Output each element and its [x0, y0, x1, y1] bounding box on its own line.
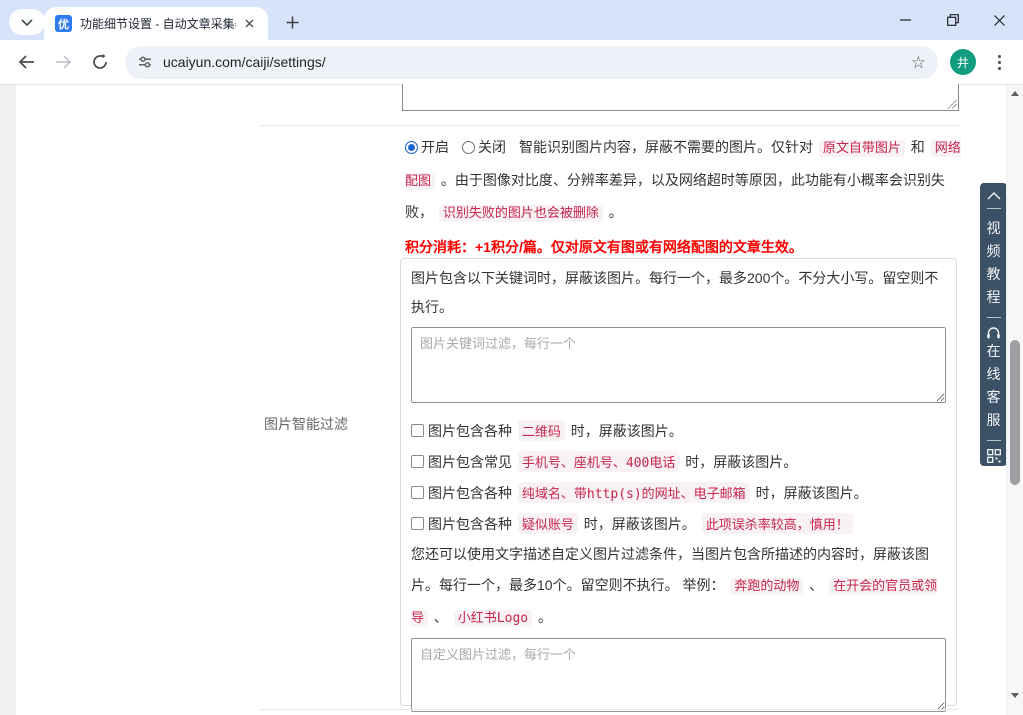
checkbox-account-label[interactable]: 图片包含各种 疑似账号 时，屏蔽该图片。 此项误杀率较高，慎用！	[428, 513, 855, 534]
text-segment: 。	[534, 609, 552, 625]
back-icon	[18, 55, 35, 69]
radio-off-label[interactable]: 关闭	[478, 139, 506, 155]
text-segment: 时，屏蔽该图片。	[567, 421, 683, 441]
close-window-button[interactable]	[976, 0, 1023, 40]
text-segment: 时，屏蔽该图片。	[681, 452, 797, 472]
checkbox-qrcode[interactable]	[411, 424, 424, 437]
text-segment: 智能识别图片内容，屏蔽不需要的图片。仅针对	[519, 139, 817, 155]
checkbox-row-qrcode: 图片包含各种 二维码 时，屏蔽该图片。	[411, 415, 946, 446]
keyword-filter-desc: 图片包含以下关键词时，屏蔽该图片。每行一个，最多200个。不分大小写。留空则不执…	[411, 264, 946, 322]
page-viewport: 开启关闭智能识别图片内容，屏蔽不需要的图片。仅针对 原文自带图片 和 网络配图 …	[0, 85, 1023, 715]
highlighted-term: 识别失败的图片也会被删除	[439, 205, 603, 222]
text-segment: 和	[907, 139, 929, 155]
browser-toolbar: ucaiyun.com/caiji/settings/ ☆ 井	[0, 40, 1023, 85]
highlighted-term: 此项误杀率较高，慎用！	[702, 513, 853, 534]
scrollbar-up-arrow[interactable]	[1011, 91, 1019, 96]
text-segment: 图片包含各种	[428, 514, 516, 534]
checkbox-row-phone: 图片包含常见 手机号、座机号、400电话 时，屏蔽该图片。	[411, 446, 946, 477]
new-tab-button[interactable]	[279, 9, 305, 35]
highlighted-term: 二维码	[518, 420, 565, 441]
checkbox-row-account: 图片包含各种 疑似账号 时，屏蔽该图片。 此项误杀率较高，慎用！	[411, 508, 946, 539]
checkbox-phone-label[interactable]: 图片包含常见 手机号、座机号、400电话 时，屏蔽该图片。	[428, 451, 797, 472]
row-divider-top	[260, 125, 959, 126]
panel-divider	[987, 317, 1001, 318]
highlighted-term: 原文自带图片	[819, 140, 905, 157]
checkbox-url-email[interactable]	[411, 486, 424, 499]
profile-avatar[interactable]: 井	[950, 49, 976, 75]
scrollbar-thumb[interactable]	[1010, 340, 1020, 485]
row-divider-bottom	[260, 709, 959, 710]
previous-textarea-partial[interactable]	[402, 84, 959, 111]
highlighted-term: 疑似账号	[518, 513, 578, 534]
reload-button[interactable]	[86, 48, 114, 76]
radio-off[interactable]	[462, 141, 475, 154]
chevron-down-icon	[21, 19, 33, 26]
video-tutorial-link[interactable]: 视频教程	[986, 217, 1002, 309]
custom-filter-desc: 您还可以使用文字描述自定义图片过滤条件，当图片包含所描述的内容时，屏蔽该图片。每…	[411, 539, 946, 634]
close-icon	[994, 15, 1005, 26]
radio-on[interactable]	[405, 141, 418, 154]
browser-tab[interactable]: 优 功能细节设置 - 自动文章采集器	[44, 7, 268, 40]
minimize-button[interactable]	[882, 0, 929, 40]
site-settings-icon[interactable]	[137, 54, 153, 70]
restore-button[interactable]	[929, 0, 976, 40]
browser-window: 优 功能细节设置 - 自动文章采集器	[0, 0, 1023, 715]
keyword-filter-textarea[interactable]	[411, 327, 946, 403]
settings-content: 开启关闭智能识别图片内容，屏蔽不需要的图片。仅针对 原文自带图片 和 网络配图 …	[16, 85, 1006, 715]
browser-menu-button[interactable]	[989, 55, 1009, 70]
tab-title: 功能细节设置 - 自动文章采集器	[80, 15, 236, 32]
text-segment: 、	[430, 609, 452, 625]
reload-icon	[92, 54, 108, 70]
back-to-top-icon[interactable]	[987, 192, 1001, 200]
page-scrollbar[interactable]	[1006, 85, 1023, 715]
checkbox-qrcode-label[interactable]: 图片包含各种 二维码 时，屏蔽该图片。	[428, 420, 683, 441]
radio-on-label[interactable]: 开启	[421, 139, 449, 155]
image-filter-panel: 图片包含以下关键词时，屏蔽该图片。每行一个，最多200个。不分大小写。留空则不执…	[400, 258, 957, 706]
floating-help-panel: 视频教程 在线客服	[980, 183, 1007, 466]
checkbox-account[interactable]	[411, 517, 424, 530]
url-text: ucaiyun.com/caiji/settings/	[163, 54, 326, 70]
tab-search-button[interactable]	[9, 9, 45, 35]
panel-divider	[987, 208, 1001, 209]
text-segment: 。	[605, 204, 623, 220]
highlighted-term: 纯域名、带http(s)的网址、电子邮箱	[518, 482, 750, 503]
resize-grip-icon[interactable]	[947, 99, 957, 109]
highlighted-term: 手机号、座机号、400电话	[518, 451, 679, 472]
online-service-link[interactable]: 在线客服	[986, 340, 1002, 432]
text-segment: 时，屏蔽该图片。	[580, 514, 700, 534]
minimize-icon	[900, 19, 911, 21]
highlighted-term: 小红书Logo	[454, 610, 532, 627]
tab-close-icon[interactable]	[240, 15, 258, 33]
recognition-intro: 开启关闭智能识别图片内容，屏蔽不需要的图片。仅针对 原文自带图片 和 网络配图 …	[405, 132, 965, 230]
qr-code-icon[interactable]	[987, 449, 1001, 463]
text-segment: 图片包含各种	[428, 483, 516, 503]
image-recognition-setting: 开启关闭智能识别图片内容，屏蔽不需要的图片。仅针对 原文自带图片 和 网络配图 …	[405, 132, 965, 256]
text-segment: 图片包含常见	[428, 452, 516, 472]
address-bar[interactable]: ucaiyun.com/caiji/settings/ ☆	[125, 46, 938, 79]
restore-icon	[947, 14, 959, 26]
plus-icon	[286, 16, 299, 29]
text-segment: 时，屏蔽该图片。	[752, 483, 868, 503]
site-favicon: 优	[55, 15, 72, 32]
custom-filter-textarea[interactable]	[411, 638, 946, 712]
panel-divider	[987, 440, 1001, 441]
back-button[interactable]	[12, 48, 40, 76]
scrollbar-down-arrow[interactable]	[1011, 693, 1019, 698]
bookmark-star-icon[interactable]: ☆	[911, 54, 926, 71]
checkbox-phone[interactable]	[411, 455, 424, 468]
text-segment: 、	[805, 577, 827, 593]
window-controls	[882, 0, 1023, 40]
row-label-image-smart-filter: 图片智能过滤	[264, 414, 348, 434]
checkbox-row-url-email: 图片包含各种 纯域名、带http(s)的网址、电子邮箱 时，屏蔽该图片。	[411, 477, 946, 508]
highlighted-term: 奔跑的动物	[730, 578, 803, 595]
forward-button[interactable]	[49, 48, 77, 76]
forward-icon	[55, 55, 72, 69]
headset-icon[interactable]	[986, 326, 1001, 340]
credit-cost-note: 积分消耗：+1积分/篇。仅对原文有图或有网络配图的文章生效。	[405, 239, 965, 256]
checkbox-url-email-label[interactable]: 图片包含各种 纯域名、带http(s)的网址、电子邮箱 时，屏蔽该图片。	[428, 482, 868, 503]
tab-strip: 优 功能细节设置 - 自动文章采集器	[0, 0, 1023, 40]
text-segment: 图片包含各种	[428, 421, 516, 441]
